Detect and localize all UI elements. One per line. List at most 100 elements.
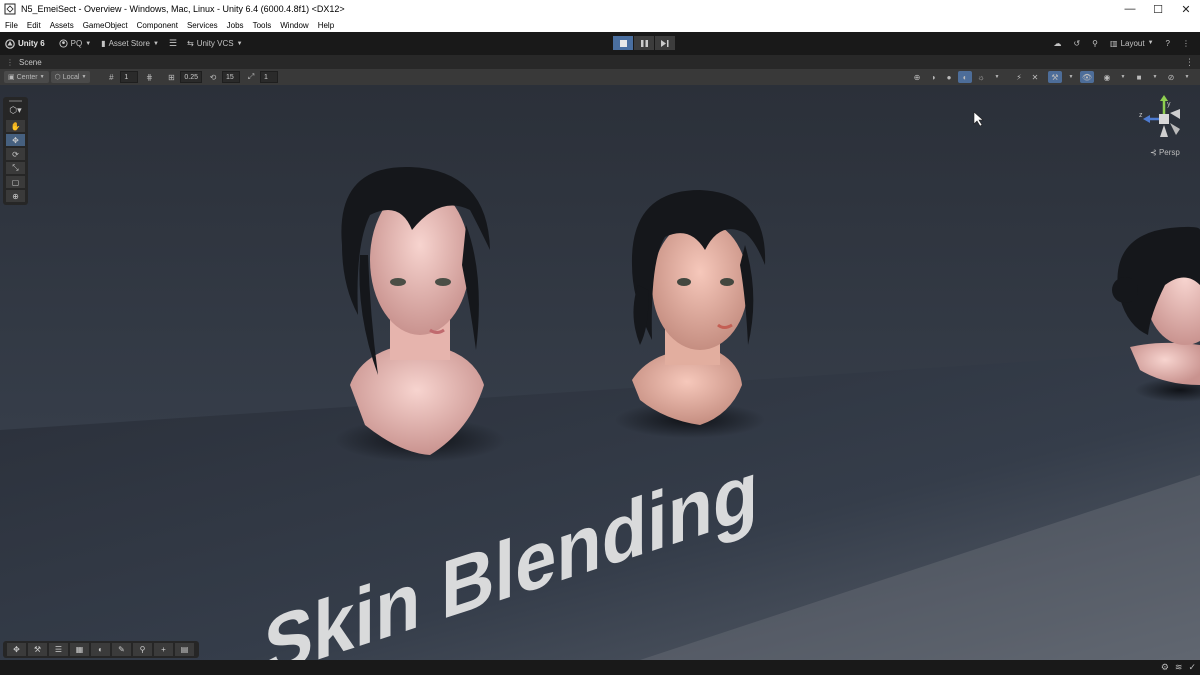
menu-services[interactable]: Services <box>187 21 218 30</box>
hidden-dropdown-icon[interactable]: ▼ <box>1116 71 1130 83</box>
layers-icon[interactable]: ≋ <box>1175 662 1183 673</box>
space-label: Local <box>62 73 80 81</box>
window-title: N5_EmeiSect - Overview - Windows, Mac, L… <box>21 4 345 14</box>
pause-icon <box>640 39 648 47</box>
step-button[interactable] <box>655 36 675 50</box>
space-icon: ⬡ <box>54 74 61 81</box>
pivot-toggle[interactable]: ▣ Center ▼ <box>4 71 49 83</box>
unity-version-button[interactable]: Unity 6 <box>0 36 50 52</box>
grid-dropdown-icon[interactable]: ⋕ <box>142 71 156 83</box>
move-overlay-icon[interactable]: ✥ <box>7 643 26 656</box>
projection-toggle[interactable]: ⊰ Persp <box>1150 148 1180 157</box>
rect-tool-icon[interactable]: ▢ <box>6 176 25 188</box>
close-button[interactable]: ✕ <box>1172 0 1200 18</box>
camera-icon[interactable]: ■ <box>1132 71 1146 83</box>
menu-assets[interactable]: Assets <box>50 21 74 30</box>
cloud-button[interactable]: ☁ <box>1047 35 1067 51</box>
menu-file[interactable]: File <box>5 21 18 30</box>
step-icon <box>661 39 669 47</box>
menu-help[interactable]: Help <box>318 21 334 30</box>
rotate-snap-icon[interactable]: ⟲ <box>206 71 220 83</box>
lighting-overlay-icon[interactable]: ◐ <box>91 643 110 656</box>
rotate-snap-field[interactable]: 15 <box>222 71 241 83</box>
gizmos-icon[interactable]: ⚒ <box>1048 71 1062 83</box>
menu-edit[interactable]: Edit <box>27 21 41 30</box>
tab-menu-icon[interactable]: ⋮ <box>1185 57 1194 68</box>
scene-tab-icon: ⋮ <box>6 57 14 67</box>
unity-app-icon <box>4 3 16 15</box>
menu-window[interactable]: Window <box>280 21 308 30</box>
increment-snap-icon[interactable]: ⊞ <box>164 71 178 83</box>
asset-store-label: Asset Store <box>108 39 150 48</box>
menu-component[interactable]: Component <box>137 21 178 30</box>
unity-logo-icon <box>5 38 15 49</box>
scale-snap-icon[interactable]: ⤢ <box>244 71 258 83</box>
shaded-icon[interactable]: ● <box>942 71 956 83</box>
gizmos-dropdown-icon[interactable]: ▼ <box>1064 71 1078 83</box>
hidden-objects-icon[interactable]: ◉ <box>1100 71 1114 83</box>
rotate-tool-icon[interactable]: ⟳ <box>6 148 25 160</box>
lighting-icon[interactable]: ☼ <box>974 71 988 83</box>
camera-dropdown-icon[interactable]: ▼ <box>1148 71 1162 83</box>
render-mode-icon[interactable]: ◐ <box>958 71 972 83</box>
grid-size-field[interactable]: 1 <box>120 71 139 83</box>
scene-viewport[interactable]: Skin Blending y z <box>0 85 1200 660</box>
search-button[interactable]: ⚲ <box>1086 35 1104 51</box>
add-overlay-icon[interactable]: + <box>154 643 173 656</box>
search-overlay-icon[interactable]: ⚲ <box>133 643 152 656</box>
grid-overlay-icon[interactable]: ▦ <box>70 643 89 656</box>
move-tool-icon[interactable]: ✥ <box>6 134 25 146</box>
window-titlebar: N5_EmeiSect - Overview - Windows, Mac, L… <box>0 0 1200 18</box>
more-button[interactable]: ⋮ <box>1176 35 1196 51</box>
settings-overlay-icon[interactable]: ☰ <box>49 643 68 656</box>
view-options-icon[interactable]: ⬡▾ <box>9 105 21 116</box>
history-button[interactable]: ↺ <box>1067 35 1086 51</box>
dropdown-icon[interactable]: ▼ <box>990 71 1004 83</box>
check-icon[interactable]: ✓ <box>1188 662 1196 673</box>
chevron-down-icon: ▼ <box>152 40 159 47</box>
visibility-icon[interactable]: 👁 <box>1080 71 1094 83</box>
tab-scene[interactable]: ⋮ Scene <box>0 55 48 69</box>
hand-tool-icon[interactable]: ✋ <box>6 120 25 132</box>
help-icon: ? <box>1165 38 1170 48</box>
stop-icon <box>619 39 627 47</box>
scene-view-options: ⊕ ◑ ● ◐ ☼ ▼ ⚡ ✕ ⚒ ▼ 👁 ◉ ▼ ■ ▼ ⊘ ▼ <box>910 71 1196 83</box>
grid-snap-icon[interactable]: # <box>104 71 118 83</box>
vcs-button[interactable]: ⇆ Unity VCS ▼ <box>182 36 248 52</box>
scene-tab-row: ⋮ Scene ⋮ <box>0 55 1200 69</box>
scale-tool-icon[interactable]: ⤡ <box>6 162 25 174</box>
shaded-wireframe-icon[interactable]: ◑ <box>926 71 940 83</box>
minimize-button[interactable]: — <box>1116 0 1144 18</box>
paint-overlay-icon[interactable]: ✎ <box>112 643 131 656</box>
layout-button[interactable]: ▥ Layout ▼ <box>1104 35 1160 51</box>
asset-store-button[interactable]: ▮ Asset Store ▼ <box>96 36 164 52</box>
layers-overlay-icon[interactable]: ▤ <box>175 643 194 656</box>
help-button[interactable]: ? <box>1160 35 1176 51</box>
overlay-dropdown-icon[interactable]: ▼ <box>1180 71 1194 83</box>
account-icon <box>59 39 68 48</box>
space-toggle[interactable]: ⬡ Local ▼ <box>50 71 91 83</box>
tools-overlay-icon[interactable]: ⚒ <box>28 643 47 656</box>
drag-handle[interactable] <box>9 100 22 102</box>
persp-label: Persp <box>1158 148 1180 157</box>
audio-icon[interactable]: ⚡ <box>1012 71 1026 83</box>
fx-icon[interactable]: ✕ <box>1028 71 1042 83</box>
menu-jobs[interactable]: Jobs <box>227 21 244 30</box>
vcs-label: Unity VCS <box>196 39 234 48</box>
menu-tools[interactable]: Tools <box>253 21 272 30</box>
transform-tool-icon[interactable]: ⊕ <box>6 190 25 202</box>
play-button[interactable] <box>613 36 633 50</box>
overlay-menu-icon[interactable]: ⊘ <box>1164 71 1178 83</box>
debug-icon[interactable]: ⚙ <box>1161 662 1169 673</box>
pivot-icon: ▣ <box>8 74 15 81</box>
orientation-gizmo[interactable]: y z <box>1138 95 1190 145</box>
search-icon: ⚲ <box>1092 38 1098 48</box>
package-button[interactable]: ☰ <box>164 36 182 52</box>
snap-increment-field[interactable]: 0.25 <box>180 71 203 83</box>
maximize-button[interactable]: ☐ <box>1144 0 1172 18</box>
wireframe-icon[interactable]: ⊕ <box>910 71 924 83</box>
menu-gameobject[interactable]: GameObject <box>83 21 128 30</box>
scale-snap-field[interactable]: 1 <box>260 71 279 83</box>
pause-button[interactable] <box>634 36 654 50</box>
account-button[interactable]: PQ ▼ <box>54 36 97 52</box>
